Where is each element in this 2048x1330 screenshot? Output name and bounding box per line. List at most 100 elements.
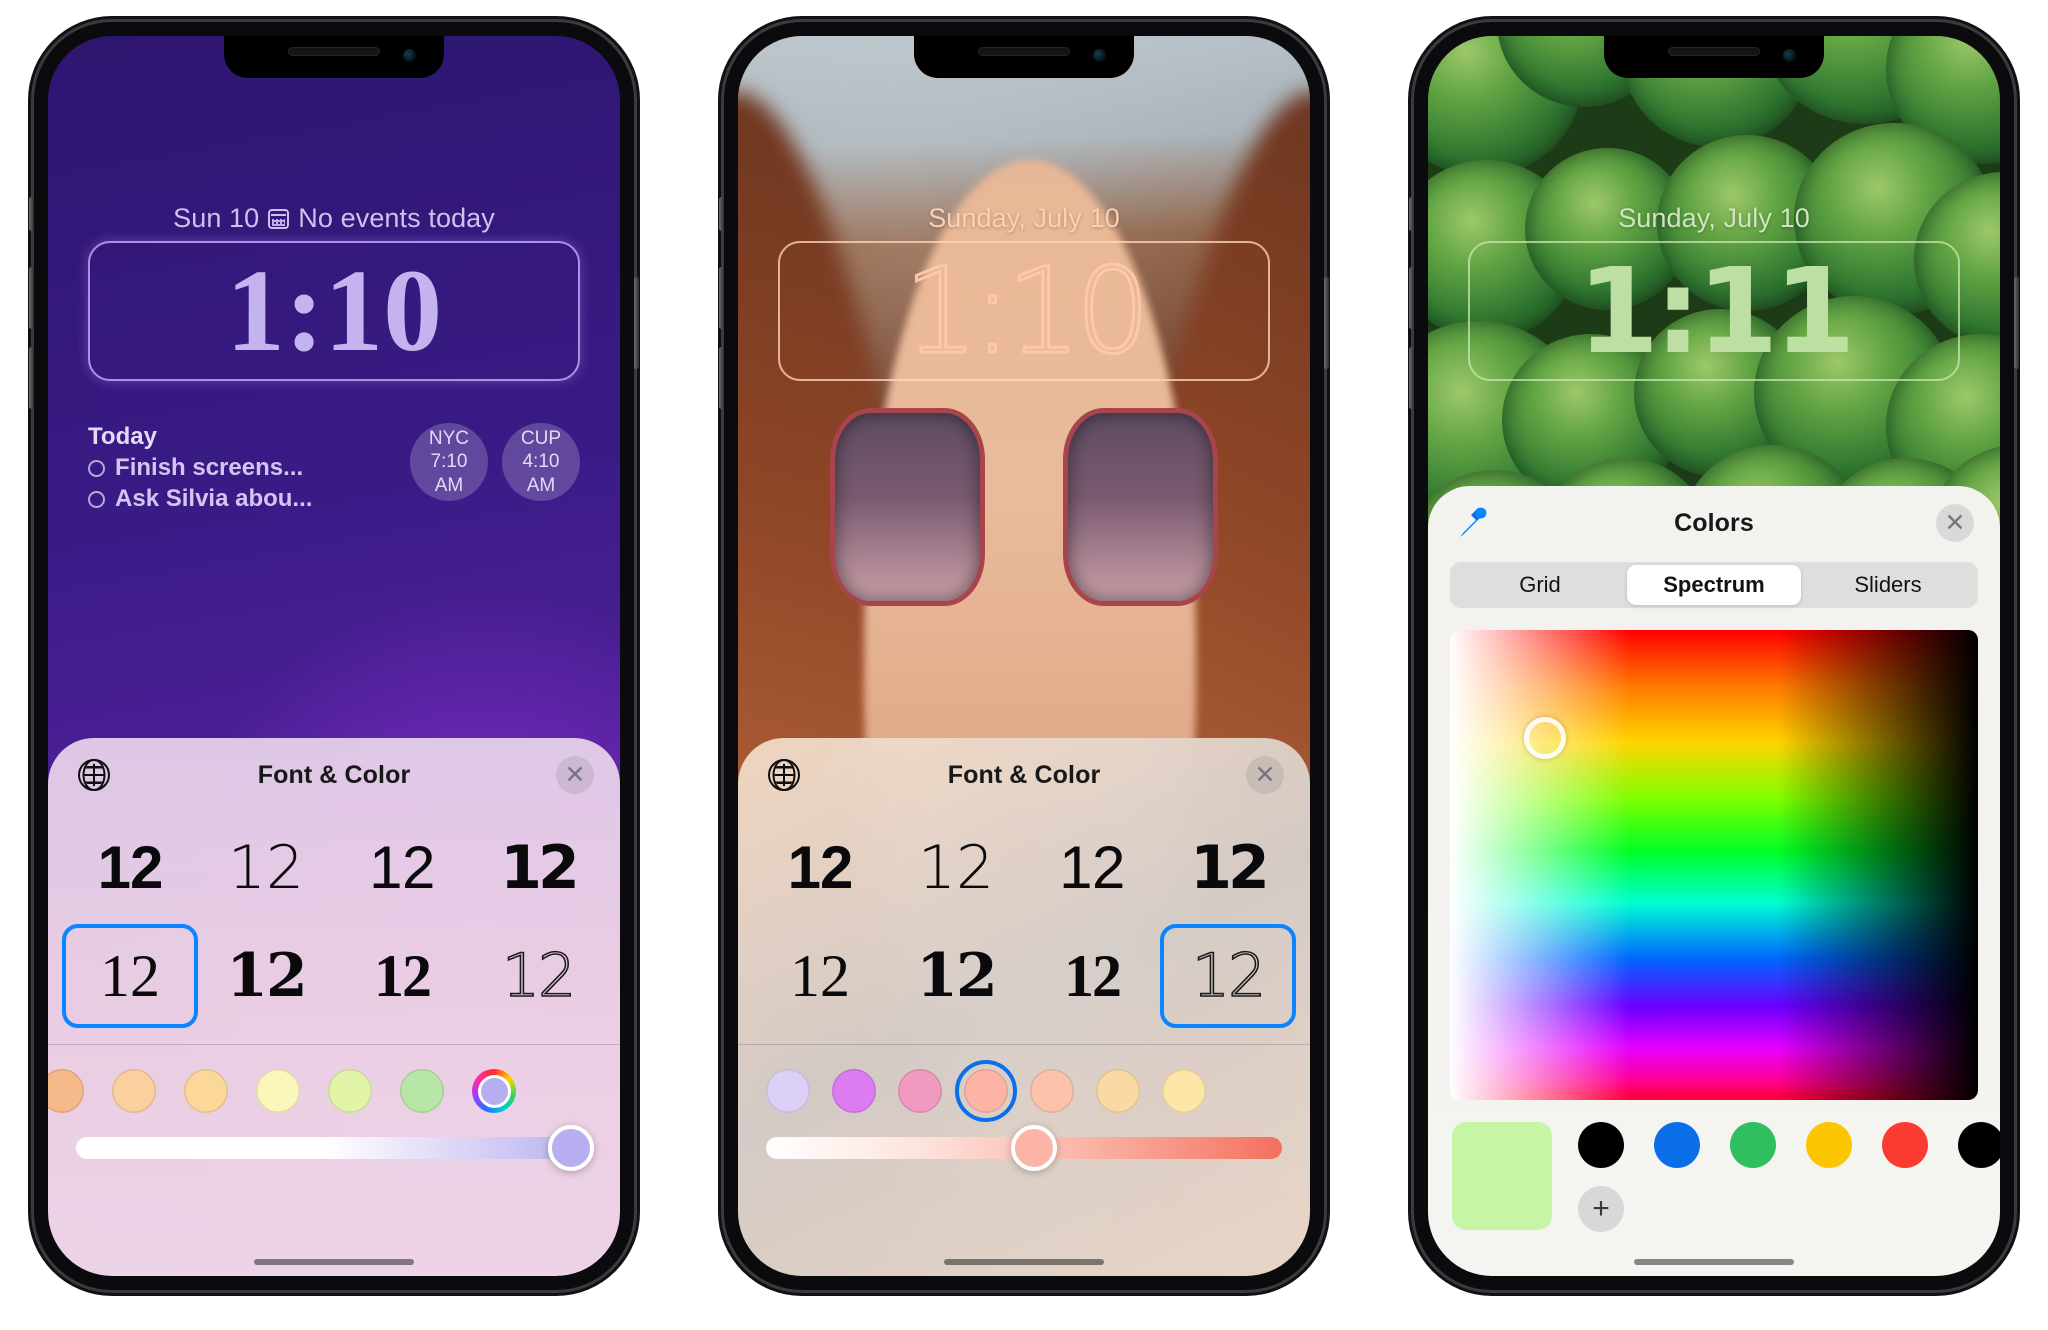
lock-date-2: Sunday, July 10 — [928, 203, 1120, 233]
mute-switch[interactable] — [29, 197, 34, 231]
font-option-5[interactable]: 12 — [752, 924, 888, 1028]
color-swatch[interactable] — [1096, 1069, 1140, 1113]
font-option-2[interactable]: 12 — [198, 816, 334, 920]
lock-time-2: 1:10 — [902, 242, 1152, 380]
font-option-4[interactable]: 12 — [1160, 816, 1296, 920]
font-option-8[interactable]: 12 — [470, 924, 606, 1028]
lock-events-1: No events today — [298, 203, 495, 233]
tab-spectrum[interactable]: Spectrum — [1627, 565, 1801, 605]
clock-city: NYC — [428, 428, 470, 450]
recent-colors-row — [1578, 1122, 2000, 1168]
reminder-item[interactable]: Ask Silvia abou... — [88, 484, 396, 515]
font-sample: 12 — [916, 941, 997, 1011]
font-option-5-selected[interactable]: 12 — [62, 924, 198, 1028]
color-intensity-slider[interactable] — [766, 1125, 1282, 1171]
recent-color[interactable] — [1882, 1122, 1928, 1168]
close-icon[interactable]: ✕ — [556, 756, 594, 794]
close-icon[interactable]: ✕ — [1246, 756, 1284, 794]
brightness-slider-wrap-2 — [738, 1125, 1310, 1193]
font-sample: 12 — [500, 833, 579, 903]
font-option-1[interactable]: 12 — [62, 816, 198, 920]
clock-widget-3[interactable]: 1:11 — [1428, 241, 2000, 381]
checkbox-icon[interactable] — [88, 490, 106, 508]
recent-color[interactable] — [1654, 1122, 1700, 1168]
recent-color[interactable] — [1806, 1122, 1852, 1168]
recent-color[interactable] — [1730, 1122, 1776, 1168]
color-swatch[interactable] — [1162, 1069, 1206, 1113]
reminder-item[interactable]: Finish screens... — [88, 453, 396, 484]
colors-sheet: Colors ✕ Grid Spectrum Sliders + — [1428, 486, 2000, 1276]
font-option-3[interactable]: 12 — [334, 816, 470, 920]
font-option-3[interactable]: 12 — [1024, 816, 1160, 920]
clock-widget-1[interactable]: 1:10 — [48, 241, 620, 381]
slider-knob[interactable] — [548, 1125, 595, 1171]
recent-color[interactable] — [1578, 1122, 1624, 1168]
checkbox-icon[interactable] — [88, 459, 106, 477]
font-option-1[interactable]: 12 — [752, 816, 888, 920]
home-indicator[interactable] — [254, 1259, 414, 1265]
font-sample: 12 — [100, 943, 160, 1009]
color-swatch[interactable] — [112, 1069, 156, 1113]
volume-down-button[interactable] — [719, 347, 724, 409]
color-wheel-icon[interactable] — [472, 1069, 516, 1113]
selected-color-preview — [1452, 1122, 1552, 1230]
tab-sliders[interactable]: Sliders — [1801, 565, 1975, 605]
color-swatch[interactable] — [184, 1069, 228, 1113]
world-clock-widget-nyc[interactable]: NYC 7:10 AM — [409, 423, 488, 501]
spectrum-selection-knob[interactable] — [1524, 717, 1567, 760]
lock-date-row-1[interactable]: Sun 10 No events today — [48, 203, 620, 234]
volume-down-button[interactable] — [1409, 347, 1414, 409]
color-swatch[interactable] — [256, 1069, 300, 1113]
color-swatch[interactable] — [766, 1069, 810, 1113]
spectrum-picker[interactable] — [1450, 630, 1978, 1100]
font-sample: 12 — [1059, 834, 1125, 901]
font-option-6[interactable]: 12 — [198, 924, 334, 1028]
eyedropper-icon[interactable] — [1456, 506, 1490, 540]
color-swatch[interactable] — [1030, 1069, 1074, 1113]
earpiece-speaker — [978, 47, 1070, 56]
font-option-6[interactable]: 12 — [888, 924, 1024, 1028]
widget-stack-1: Today Finish screens... Ask Silvia abou.… — [88, 423, 580, 514]
color-mode-segmented-control[interactable]: Grid Spectrum Sliders — [1450, 562, 1978, 608]
globe-icon[interactable] — [768, 759, 800, 791]
color-swatch[interactable] — [328, 1069, 372, 1113]
volume-up-button[interactable] — [719, 267, 724, 329]
globe-icon[interactable] — [78, 759, 110, 791]
mute-switch[interactable] — [719, 197, 724, 231]
color-swatch[interactable] — [832, 1069, 876, 1113]
color-intensity-slider[interactable] — [76, 1125, 595, 1171]
home-indicator[interactable] — [944, 1259, 1104, 1265]
volume-up-button[interactable] — [1409, 267, 1414, 329]
world-clock-widget-cup[interactable]: CUP 4:10 AM — [501, 423, 580, 501]
font-option-8-selected[interactable]: 12 — [1160, 924, 1296, 1028]
lock-date-row-3[interactable]: Sunday, July 10 — [1428, 203, 2000, 234]
font-sample: 12 — [226, 941, 307, 1011]
home-indicator[interactable] — [1634, 1259, 1794, 1265]
plus-icon[interactable]: + — [1578, 1186, 1624, 1232]
color-swatch[interactable] — [48, 1069, 84, 1113]
slider-knob[interactable] — [1011, 1125, 1058, 1171]
reminders-widget[interactable]: Today Finish screens... Ask Silvia abou.… — [88, 423, 396, 514]
color-swatch[interactable] — [898, 1069, 942, 1113]
side-button[interactable] — [1324, 277, 1329, 369]
recent-color[interactable] — [1958, 1122, 2000, 1168]
reminder-text: Finish screens... — [115, 454, 304, 481]
lock-date-row-2[interactable]: Sunday, July 10 — [738, 203, 1310, 234]
side-button[interactable] — [634, 277, 639, 369]
font-option-4[interactable]: 12 — [470, 816, 606, 920]
font-option-7[interactable]: 12 — [1024, 924, 1160, 1028]
font-option-2[interactable]: 12 — [888, 816, 1024, 920]
color-swatch-selected[interactable] — [955, 1060, 1017, 1122]
close-icon[interactable]: ✕ — [1936, 504, 1974, 542]
volume-up-button[interactable] — [29, 267, 34, 329]
volume-down-button[interactable] — [29, 347, 34, 409]
color-swatch-row-1[interactable] — [48, 1045, 620, 1127]
mute-switch[interactable] — [1409, 197, 1414, 231]
color-swatch-row-2[interactable] — [738, 1045, 1310, 1127]
side-button[interactable] — [2014, 277, 2019, 369]
font-option-7[interactable]: 12 — [334, 924, 470, 1028]
color-swatch[interactable] — [400, 1069, 444, 1113]
notch — [914, 36, 1134, 78]
clock-widget-2[interactable]: 1:10 — [738, 241, 1310, 381]
tab-grid[interactable]: Grid — [1453, 565, 1627, 605]
